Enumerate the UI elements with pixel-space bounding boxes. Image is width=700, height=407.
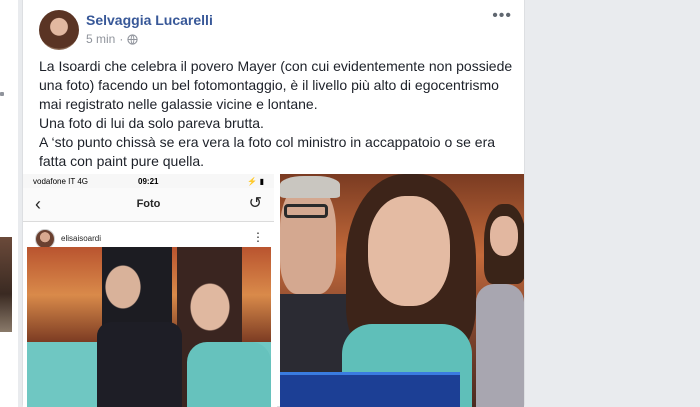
tv-still-photo[interactable] [280, 174, 524, 407]
more-options-icon[interactable]: ••• [492, 8, 512, 24]
ig-avatar [35, 228, 55, 249]
post-time[interactable]: 5 min [86, 32, 115, 46]
host-figure [476, 204, 524, 407]
globe-icon[interactable] [127, 33, 138, 45]
meta-separator: · [119, 32, 124, 46]
post-paragraph: La Isoardi che celebra il povero Mayer (… [39, 58, 513, 112]
photo-collage[interactable]: vodafone IT 4G 09:21 ⚡ ▮ ‹ Foto ↺ elisai… [23, 174, 524, 407]
clock-label: 09:21 [138, 176, 159, 186]
woman-face [368, 196, 450, 306]
host-face [490, 216, 518, 256]
author-name[interactable]: Selvaggia Lucarelli [86, 12, 213, 28]
refresh-icon: ↺ [248, 195, 262, 212]
author-avatar[interactable] [39, 10, 79, 50]
post-paragraph: Una foto di lui da solo pareva brutta. [39, 115, 264, 131]
ig-username: elisaisoardi [61, 234, 102, 243]
host-body [476, 284, 524, 407]
man-head [280, 184, 336, 294]
phone-status-bar: vodafone IT 4G 09:21 ⚡ ▮ [23, 174, 274, 188]
post-paragraph: A ‘sto punto chissà se era vera la foto … [39, 134, 496, 169]
man-hair [280, 176, 340, 198]
left-column [0, 0, 18, 407]
phone-nav-bar: ‹ Foto ↺ [23, 188, 274, 222]
man-glasses [284, 204, 328, 218]
post-meta: 5 min · [86, 32, 138, 46]
phone-screenshot-photo[interactable]: vodafone IT 4G 09:21 ⚡ ▮ ‹ Foto ↺ elisai… [23, 174, 277, 407]
left-marker [0, 92, 4, 96]
ig-photo [27, 247, 271, 407]
phone-nav-title: Foto [136, 198, 161, 210]
blue-card [280, 372, 460, 407]
left-thumbnail[interactable] [0, 237, 12, 332]
post-text: La Isoardi che celebra il povero Mayer (… [39, 57, 515, 171]
feed-post: Selvaggia Lucarelli 5 min · ••• La Isoar… [22, 0, 525, 407]
ig-more-icon: ⋮ [252, 230, 264, 244]
battery-icon: ⚡ ▮ [247, 176, 264, 186]
